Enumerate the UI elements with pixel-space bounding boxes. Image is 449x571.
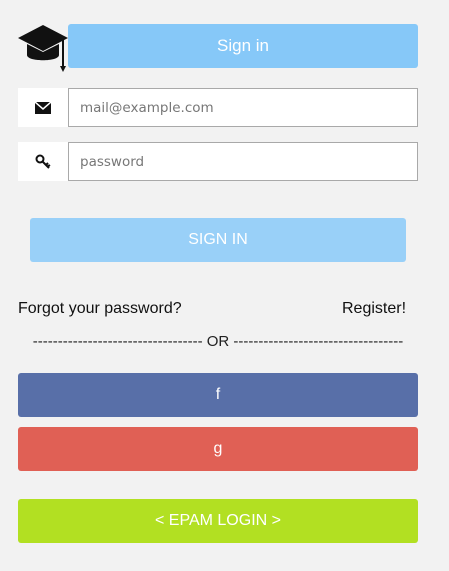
- facebook-login-button[interactable]: f: [18, 373, 418, 417]
- password-field[interactable]: [68, 142, 418, 181]
- graduation-cap-icon: [17, 22, 69, 74]
- email-field[interactable]: [68, 88, 418, 127]
- google-login-button[interactable]: g: [18, 427, 418, 471]
- sign-in-header-label: Sign in: [217, 36, 269, 55]
- sign-in-button[interactable]: SIGN IN: [30, 218, 406, 262]
- register-link[interactable]: Register!: [342, 300, 406, 318]
- envelope-icon: [18, 88, 68, 127]
- epam-login-button[interactable]: < EPAM LOGIN >: [18, 499, 418, 543]
- epam-login-label: < EPAM LOGIN >: [155, 512, 281, 529]
- facebook-label: f: [215, 386, 221, 403]
- google-label: g: [213, 440, 223, 457]
- sign-in-header-button[interactable]: Sign in: [68, 24, 418, 68]
- key-icon: [18, 142, 68, 181]
- sign-in-button-label: SIGN IN: [188, 231, 248, 248]
- or-divider: ---------------------------------- OR --…: [32, 333, 404, 350]
- forgot-password-link[interactable]: Forgot your password?: [18, 300, 182, 318]
